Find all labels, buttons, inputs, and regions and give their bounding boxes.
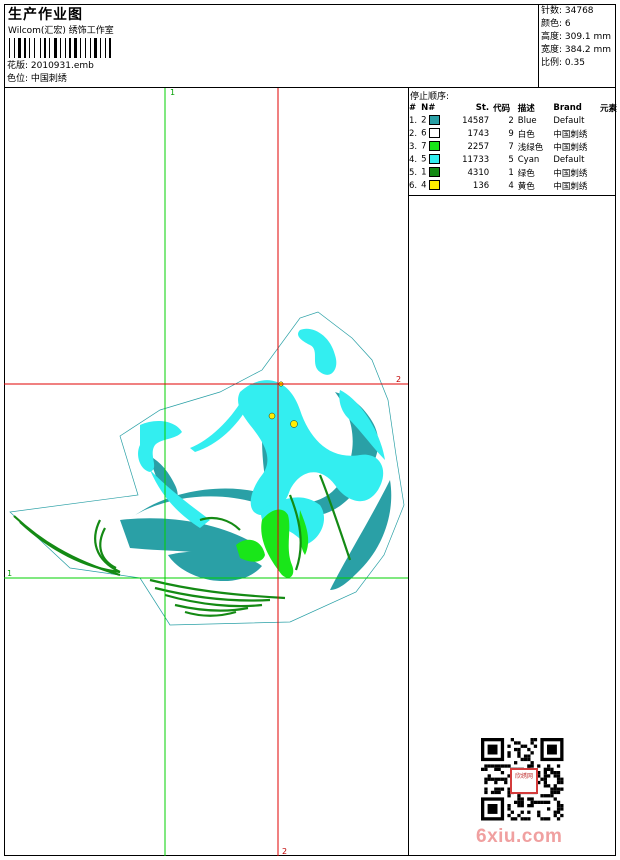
guide-label-h2: 2 xyxy=(396,375,402,384)
guide-label-h1: 1 xyxy=(7,569,13,578)
watermark-logo: 6xiu.com xyxy=(476,826,563,847)
stamp-text: 欣绣网 xyxy=(514,773,533,780)
guide-label-v1: 1 xyxy=(170,88,176,97)
thread-cyan xyxy=(138,328,385,545)
design-canvas xyxy=(4,88,564,856)
guide-label-v2: 2 xyxy=(282,847,288,856)
